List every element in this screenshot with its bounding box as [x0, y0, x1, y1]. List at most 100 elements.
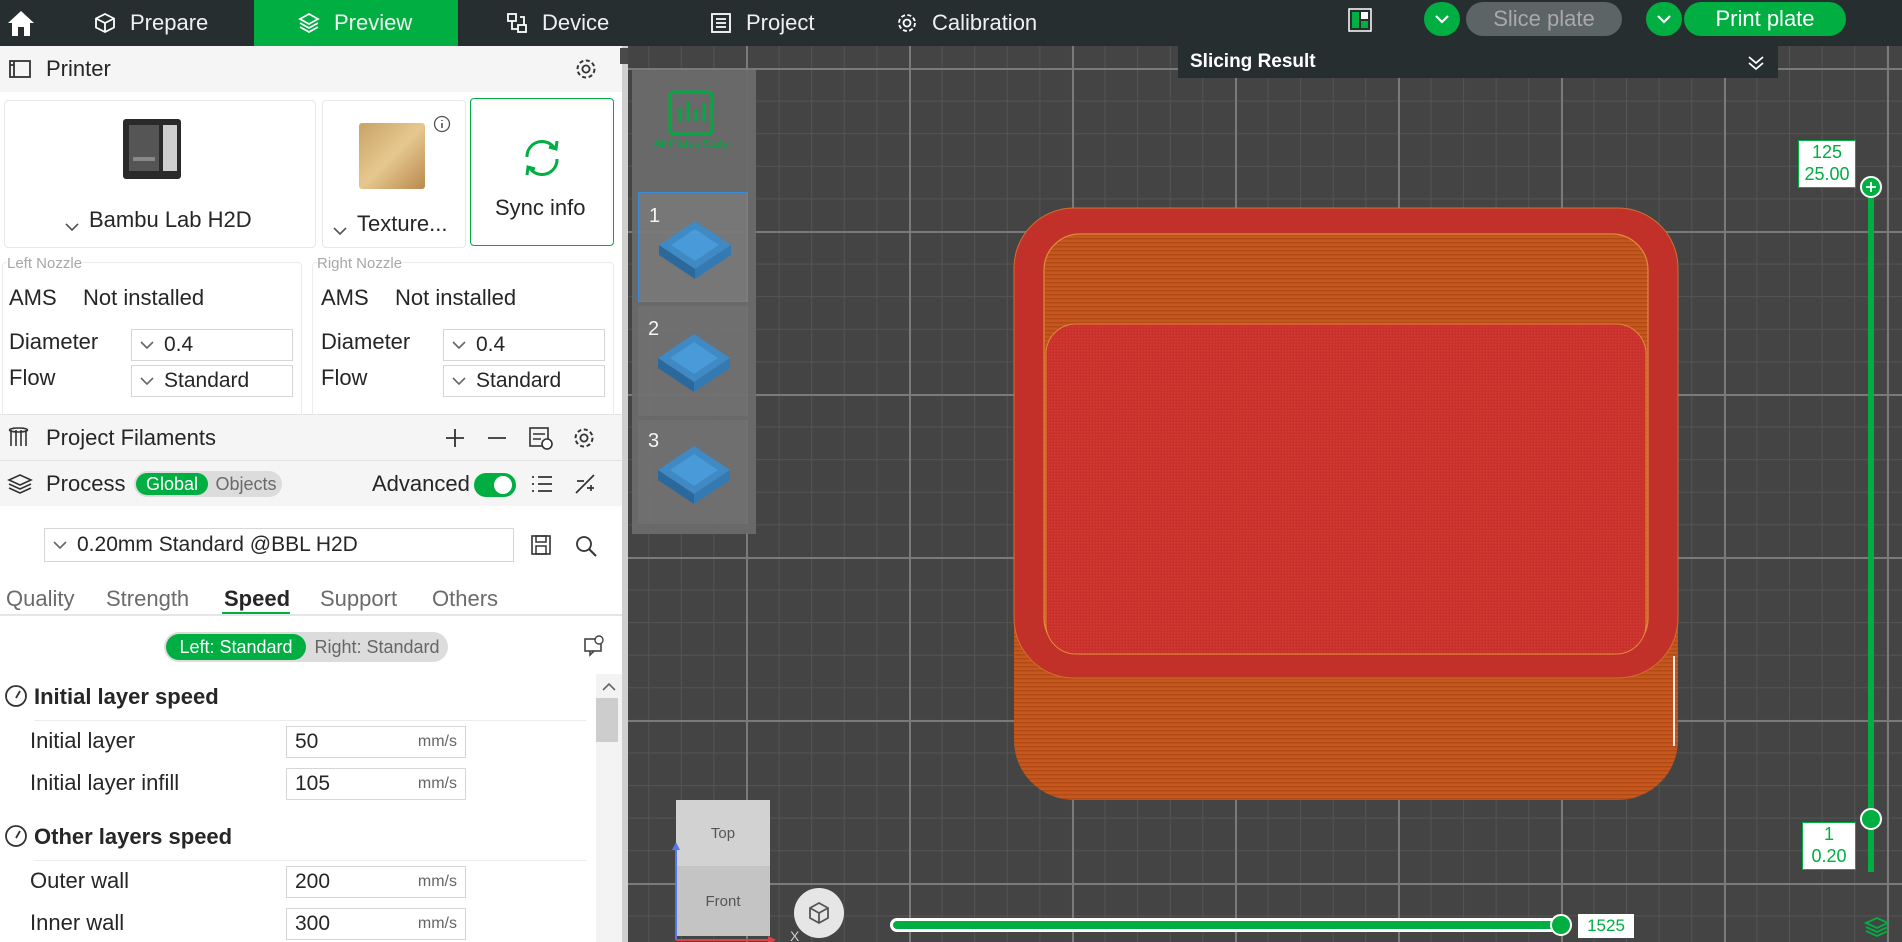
global-objects-toggle[interactable]: Global Objects [134, 471, 282, 497]
nozzle-compare-icon[interactable] [582, 634, 606, 658]
chevron-down-icon [53, 541, 67, 550]
chevron-up-icon[interactable] [602, 682, 616, 692]
move-slider-track[interactable] [890, 918, 1570, 932]
plate-model-thumbnail [658, 446, 730, 504]
settings-scrollbar[interactable] [596, 674, 622, 942]
process-title: Process [46, 470, 126, 496]
plate-thumbnail-2[interactable]: 2 [638, 306, 748, 416]
chevron-down-icon [452, 377, 466, 386]
reset-view-button[interactable] [794, 888, 844, 938]
print-plate-label: Print plate [1715, 6, 1815, 31]
setting-label: Initial layer infill [30, 770, 180, 795]
nozzle-right-option[interactable]: Right: Standard [308, 634, 446, 660]
right-diameter-select[interactable]: 0.4 [443, 329, 605, 361]
left-flow-select[interactable]: Standard [131, 365, 293, 397]
flow-label: Flow [321, 365, 368, 390]
slice-plate-button[interactable]: Slice plate [1466, 2, 1622, 36]
tab-device[interactable]: Device [506, 0, 656, 46]
filament-sync-icon[interactable] [528, 425, 554, 451]
info-icon[interactable] [433, 115, 451, 133]
all-plates-stats-button[interactable]: All Plates Stats [638, 80, 744, 170]
layer-top-handle[interactable] [1860, 176, 1882, 198]
add-icon[interactable] [444, 427, 466, 449]
plate-thumbnail-1[interactable]: 1 [638, 192, 748, 302]
print-options-button[interactable] [1646, 2, 1682, 36]
setting-value: 105 [295, 772, 331, 795]
printer-title: Printer [46, 56, 111, 81]
process-preset-select[interactable]: 0.20mm Standard @BBL H2D [44, 528, 514, 562]
setting-unit: mm/s [417, 915, 457, 932]
printer-icon [9, 60, 31, 78]
slicing-result-bar[interactable]: Slicing Result [1178, 46, 1778, 78]
toggle-global[interactable]: Global [136, 473, 208, 495]
printer-selector[interactable]: Bambu Lab H2D [4, 100, 316, 248]
layer-bottom-handle[interactable] [1860, 808, 1882, 830]
move-slider-handle[interactable] [1550, 914, 1572, 936]
layer-slider-track[interactable] [1868, 176, 1874, 872]
plate-model-thumbnail [659, 221, 731, 279]
tab-support[interactable]: Support [320, 586, 397, 612]
view-cube[interactable]: Top Front X [672, 800, 799, 942]
device-icon [507, 13, 527, 33]
inner-wall-speed-input[interactable]: 300 mm/s [286, 908, 466, 940]
left-diameter-select[interactable]: 0.4 [131, 329, 293, 361]
3d-viewport[interactable]: Slicing Result All Plates Stats 1 2 3 12… [628, 46, 1902, 942]
compare-icon[interactable] [574, 473, 596, 495]
tab-speed[interactable]: Speed [224, 586, 290, 612]
tab-prepare[interactable]: Prepare [94, 0, 254, 46]
bottom-layer-number: 1 [1823, 824, 1834, 844]
layout-toggle-button[interactable] [1348, 8, 1372, 37]
sync-info-button[interactable]: Sync info [470, 98, 614, 246]
setting-label: Initial layer [30, 728, 136, 753]
initial-layer-speed-input[interactable]: 50 mm/s [286, 726, 466, 758]
chevron-down-icon [1435, 15, 1449, 24]
sync-icon [525, 139, 559, 177]
outer-wall-speed-input[interactable]: 200 mm/s [286, 866, 466, 898]
initial-layer-infill-speed-input[interactable]: 105 mm/s [286, 768, 466, 800]
filament-icon [8, 426, 29, 446]
speedometer-icon [5, 685, 27, 707]
tab-quality[interactable]: Quality [6, 586, 74, 612]
tab-strength[interactable]: Strength [106, 586, 189, 612]
tab-preview[interactable]: Preview [254, 0, 458, 46]
slice-options-button[interactable] [1424, 2, 1460, 36]
printer-image [123, 119, 181, 179]
printer-name: Bambu Lab H2D [89, 207, 252, 232]
flow-label: Flow [9, 365, 56, 390]
nozzle-toggle[interactable]: Left: Standard Right: Standard [164, 632, 448, 662]
tab-project[interactable]: Project [710, 0, 860, 46]
nozzle-left-option[interactable]: Left: Standard [166, 634, 306, 660]
chevron-down-icon [65, 219, 79, 237]
double-chevron-down-icon[interactable] [1746, 54, 1766, 72]
textured-plate-image [359, 123, 425, 189]
diameter-label: Diameter [321, 329, 411, 354]
print-plate-button[interactable]: Print plate [1684, 2, 1846, 36]
home-button[interactable] [0, 0, 42, 46]
right-flow-select[interactable]: Standard [443, 365, 605, 397]
sliced-model[interactable] [1012, 206, 1700, 846]
top-toolbar: Prepare Preview Device Project Calibrati… [0, 0, 1902, 46]
remove-icon[interactable] [486, 427, 508, 449]
scroll-thumb[interactable] [596, 698, 618, 742]
stats-icon [668, 90, 714, 136]
gear-icon [898, 14, 916, 32]
app-window: Prepare Preview Device Project Calibrati… [0, 0, 1902, 942]
search-icon[interactable] [574, 534, 598, 558]
filament-settings-icon[interactable] [572, 426, 596, 450]
plate-selector[interactable]: Texture... [322, 100, 466, 248]
setting-unit: mm/s [417, 733, 457, 750]
save-icon[interactable] [530, 534, 552, 556]
plus-icon [1866, 182, 1876, 192]
tab-calibration[interactable]: Calibration [896, 0, 1076, 46]
toggle-objects[interactable]: Objects [212, 473, 280, 495]
advanced-switch[interactable] [474, 473, 516, 497]
layers-toggle-icon[interactable] [1864, 916, 1890, 938]
printer-settings-icon[interactable] [574, 57, 598, 81]
plate-thumbnail-3[interactable]: 3 [638, 420, 748, 524]
process-preset-value: 0.20mm Standard @BBL H2D [77, 533, 358, 556]
right-diameter-value: 0.4 [476, 333, 506, 356]
process-layers-icon [7, 473, 33, 494]
layer-top-label: 125 25.00 [1798, 140, 1856, 188]
tab-others[interactable]: Others [432, 586, 498, 612]
list-view-icon[interactable] [530, 473, 554, 495]
